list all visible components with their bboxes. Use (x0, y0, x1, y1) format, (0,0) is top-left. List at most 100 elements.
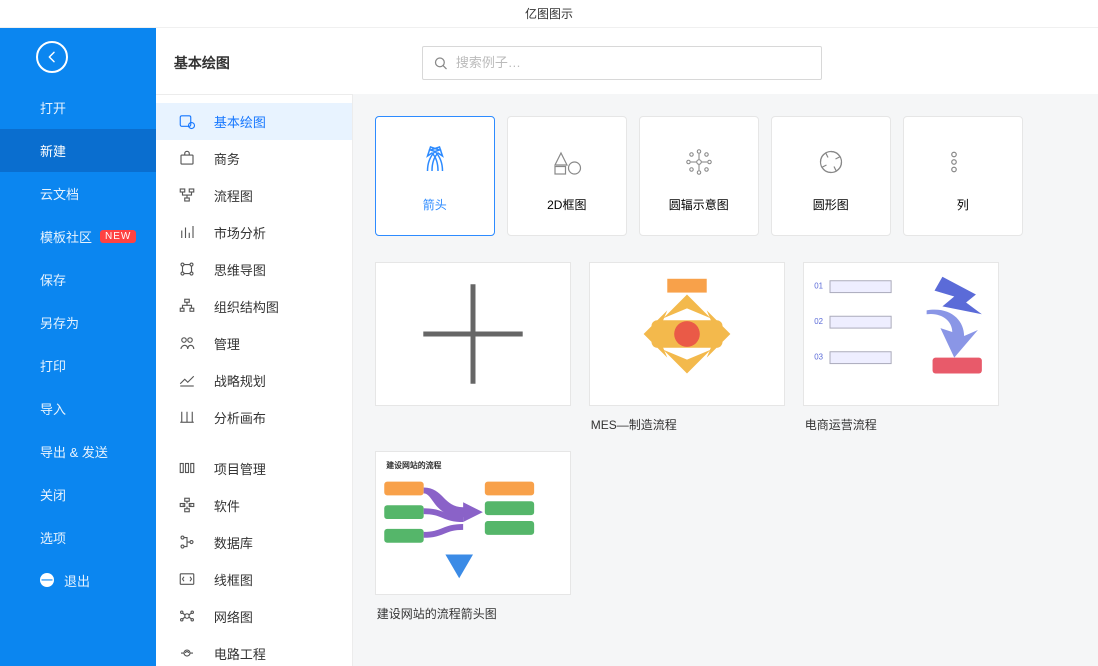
category-label: 线框图 (214, 570, 253, 589)
category-item-2[interactable]: 流程图 (156, 177, 352, 214)
type-tile-icon (807, 138, 855, 186)
nav-item-8[interactable]: 导出 & 发送 (0, 430, 156, 473)
nav-item-10[interactable]: 选项 (0, 516, 156, 559)
type-tile-icon (939, 138, 987, 186)
template-thumb (589, 262, 785, 406)
category-label: 流程图 (214, 186, 253, 205)
nav-item-label: 导出 & 发送 (40, 442, 108, 461)
nav-item-5[interactable]: 另存为 (0, 301, 156, 344)
nav-badge: NEW (100, 230, 136, 243)
category-item-5[interactable]: 组织结构图 (156, 288, 352, 325)
content-header: 基本绘图 (156, 28, 1098, 94)
category-icon (176, 533, 198, 551)
category-label: 电路工程 (214, 644, 266, 663)
type-tile-label: 圆形图 (813, 196, 849, 213)
category-item-15[interactable]: 电路工程 (156, 635, 352, 666)
template-card-0[interactable] (375, 262, 571, 433)
nav-item-7[interactable]: 导入 (0, 387, 156, 430)
nav-item-6[interactable]: 打印 (0, 344, 156, 387)
nav-item-label: 关闭 (40, 485, 66, 504)
category-item-0[interactable]: 基本绘图 (156, 103, 352, 140)
title-bar: 亿图图示 (0, 0, 1098, 28)
category-label: 基本绘图 (214, 112, 266, 131)
category-item-13[interactable]: 线框图 (156, 561, 352, 598)
template-card-1[interactable]: MES—制造流程 (589, 262, 785, 433)
category-label: 市场分析 (214, 223, 266, 242)
nav-item-11[interactable]: — 退出 (0, 559, 156, 602)
category-icon (176, 459, 198, 477)
category-icon (176, 408, 198, 426)
section-title: 基本绘图 (174, 53, 402, 73)
category-icon (176, 149, 198, 167)
type-tile-icon (675, 138, 723, 186)
template-caption: 建设网站的流程箭头图 (375, 595, 571, 622)
template-caption: 电商运营流程 (803, 406, 999, 433)
nav-item-label: 打开 (40, 98, 66, 117)
template-thumb: 010203 (803, 262, 999, 406)
category-item-4[interactable]: 思维导图 (156, 251, 352, 288)
nav-item-label: 新建 (40, 141, 66, 160)
type-tile-3[interactable]: 圆形图 (771, 116, 891, 236)
category-icon (176, 371, 198, 389)
category-item-11[interactable]: 软件 (156, 487, 352, 524)
svg-text:03: 03 (814, 352, 823, 361)
content-area: 箭头2D框图圆辐示意图圆形图列 MES—制造流程010203电商运营流程建设网站… (353, 94, 1098, 666)
nav-item-4[interactable]: 保存 (0, 258, 156, 301)
type-tile-strip: 箭头 2D框图 圆辐示意图 圆形图 列 (375, 116, 1098, 236)
category-label: 数据库 (214, 533, 253, 552)
category-label: 管理 (214, 334, 240, 353)
type-tile-0[interactable]: 箭头 (375, 116, 495, 236)
nav-item-1[interactable]: 新建 (0, 129, 156, 172)
category-list: 基本绘图商务流程图市场分析思维导图组织结构图管理战略规划分析画布项目管理软件数据… (156, 94, 353, 666)
type-tile-2[interactable]: 圆辐示意图 (639, 116, 759, 236)
category-label: 战略规划 (214, 371, 266, 390)
nav-item-2[interactable]: 云文档 (0, 172, 156, 215)
category-label: 网络图 (214, 607, 253, 626)
search-box[interactable] (422, 46, 822, 80)
category-item-7[interactable]: 战略规划 (156, 362, 352, 399)
svg-text:02: 02 (814, 317, 823, 326)
category-label: 思维导图 (214, 260, 266, 279)
category-label: 组织结构图 (214, 297, 279, 316)
category-item-12[interactable]: 数据库 (156, 524, 352, 561)
type-tile-label: 列 (957, 196, 969, 213)
nav-item-0[interactable]: 打开 (0, 86, 156, 129)
category-item-8[interactable]: 分析画布 (156, 399, 352, 436)
template-caption (375, 406, 571, 416)
back-area (0, 28, 156, 86)
search-input[interactable] (456, 55, 811, 70)
category-label: 软件 (214, 496, 240, 515)
category-icon (176, 334, 198, 352)
template-thumb: 建设网站的流程 (375, 451, 571, 595)
type-tile-label: 2D框图 (547, 196, 586, 213)
type-tile-4[interactable]: 列 (903, 116, 1023, 236)
category-item-10[interactable]: 项目管理 (156, 450, 352, 487)
category-icon (176, 297, 198, 315)
category-label: 商务 (214, 149, 240, 168)
svg-text:建设网站的流程: 建设网站的流程 (385, 460, 441, 470)
nav-item-9[interactable]: 关闭 (0, 473, 156, 516)
nav-item-label: 另存为 (40, 313, 79, 332)
category-item-3[interactable]: 市场分析 (156, 214, 352, 251)
template-card-2[interactable]: 010203电商运营流程 (803, 262, 999, 433)
type-tile-1[interactable]: 2D框图 (507, 116, 627, 236)
category-item-14[interactable]: 网络图 (156, 598, 352, 635)
category-icon (176, 260, 198, 278)
category-item-1[interactable]: 商务 (156, 140, 352, 177)
category-label: 分析画布 (214, 408, 266, 427)
nav-item-label: 云文档 (40, 184, 79, 203)
left-nav: 打开新建云文档模板社区NEW 保存另存为打印导入导出 & 发送关闭选项 — 退出 (0, 28, 156, 666)
back-button[interactable] (36, 41, 68, 73)
category-item-6[interactable]: 管理 (156, 325, 352, 362)
category-icon (176, 644, 198, 662)
nav-item-label: 退出 (64, 571, 90, 590)
template-card-3[interactable]: 建设网站的流程建设网站的流程箭头图 (375, 451, 571, 622)
nav-item-label: 打印 (40, 356, 66, 375)
template-cards: MES—制造流程010203电商运营流程建设网站的流程建设网站的流程箭头图 (375, 262, 1098, 622)
category-icon (176, 112, 198, 130)
nav-item-label: 保存 (40, 270, 66, 289)
type-tile-label: 圆辐示意图 (669, 196, 729, 213)
exit-icon: — (40, 573, 54, 587)
type-tile-icon (411, 138, 459, 186)
nav-item-3[interactable]: 模板社区NEW (0, 215, 156, 258)
